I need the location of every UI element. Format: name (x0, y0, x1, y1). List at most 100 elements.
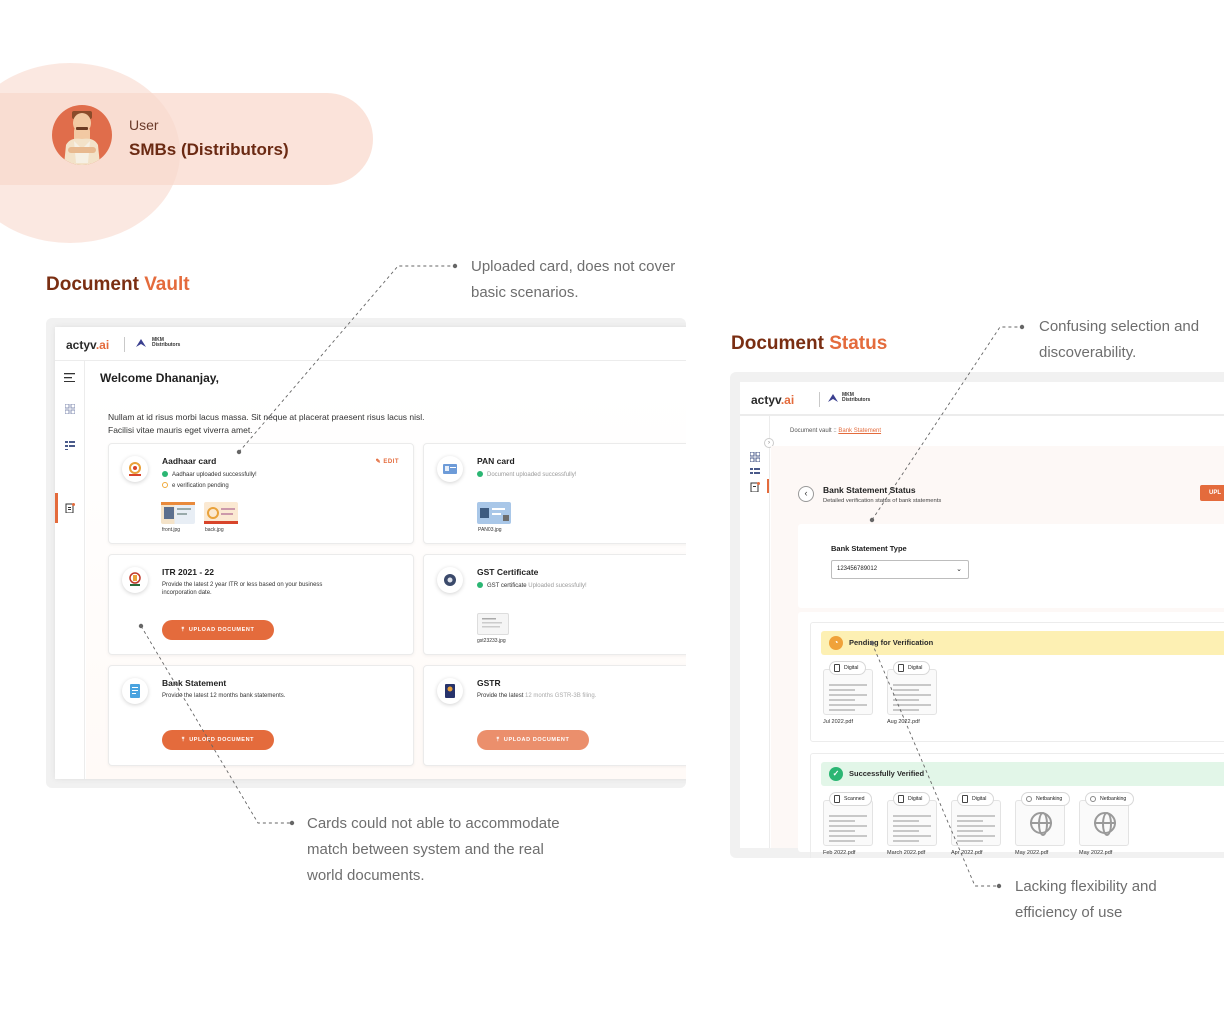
pending-header: ◔ Pending for Verification (821, 631, 1224, 655)
document-status-heading: Document Status (731, 333, 887, 355)
pdf-preview (887, 669, 937, 715)
upload-document-button[interactable]: ⤒ UPLOFD DOCUMENT (162, 730, 274, 750)
aadhaar-front-thumbnail[interactable] (161, 502, 195, 524)
user-avatar (52, 105, 112, 165)
aadhaar-icon (122, 456, 148, 482)
card-description: Provide the latest 12 months GSTR-3B fil… (477, 692, 686, 700)
document-icon (962, 795, 968, 803)
pdf-preview (823, 800, 873, 846)
annotation-line: Cards could not able to accommodate (307, 815, 560, 832)
preview-line (829, 709, 855, 711)
breadcrumb: Document vault :: Bank Statement (790, 428, 881, 434)
annotation-confusing-selection: Confusing selection and discoverability. (1039, 314, 1199, 366)
gst-certificate-thumbnail[interactable] (477, 613, 509, 635)
heading-accent: Status (829, 333, 888, 354)
gstr-icon (437, 678, 463, 704)
preview-line (893, 704, 931, 706)
source-type-label: Netbanking (1036, 796, 1063, 802)
preview-line (957, 825, 995, 827)
preview-line (893, 699, 919, 701)
globe-icon (1026, 796, 1032, 802)
status-text: GST certificate (487, 583, 527, 589)
pending-icon (162, 482, 168, 488)
dashboard-icon[interactable] (64, 403, 75, 415)
actyv-logo: actyv.ai (66, 338, 109, 352)
verified-group: ✓ Successfully Verified Scanned Feb 2022.… (810, 753, 1224, 858)
user-role-label: User (129, 117, 159, 133)
upload-document-button[interactable]: ⤒ UPLOAD DOCUMENT (477, 730, 589, 750)
file-name: Aug 2022.pdf (887, 719, 920, 725)
document-vault-icon[interactable] (64, 503, 75, 514)
app-window: actyv.ai MKM Distributors › Document vaul… (740, 382, 1224, 858)
statement-type-select[interactable]: 123456789012 ⌄ (831, 560, 969, 579)
list-icon[interactable] (749, 468, 760, 478)
document-vault-heading: Document Vault (46, 274, 190, 296)
dashboard-icon[interactable] (749, 451, 760, 463)
list-icon[interactable] (64, 441, 75, 451)
statement-type-panel: Bank Statement Type 123456789012 ⌄ (798, 524, 1224, 608)
actyv-logo: actyv.ai (751, 393, 794, 407)
desc-text: Provide the latest (477, 693, 526, 699)
upload-status: Aadhaar uploaded successfully! (162, 471, 257, 478)
back-button[interactable]: ‹ (798, 486, 814, 502)
header-divider (819, 392, 820, 407)
preview-line (893, 840, 919, 842)
pan-card[interactable]: PAN card Document uploaded successfully!… (423, 443, 686, 544)
statement-type-label: Bank Statement Type (831, 544, 907, 553)
itr-card[interactable]: ITR 2021 - 22 Provide the latest 2 year … (108, 554, 414, 655)
preview-line (829, 815, 867, 817)
user-persona-banner: User SMBs (Distributors) (0, 63, 373, 243)
heading-accent: Vault (144, 274, 190, 295)
source-type-label: Netbanking (1100, 796, 1127, 802)
file-name: May 2022.pdf (1015, 850, 1049, 856)
breadcrumb-root[interactable]: Document vault (790, 428, 832, 434)
annotation-line: discoverability. (1039, 344, 1137, 361)
pdf-preview (823, 669, 873, 715)
file-name: front.jpg (162, 527, 181, 533)
sidebar-active-indicator (55, 493, 58, 523)
source-type-tag: Digital (893, 661, 931, 675)
globe-icon (1090, 796, 1096, 802)
pan-card-icon (437, 456, 463, 482)
document-vault-screenshot: actyv.ai MKM Distributors Welcome Dhananj… (46, 318, 686, 788)
app-sidebar: › (740, 416, 774, 848)
edit-button[interactable]: ✎ EDIT (376, 458, 399, 465)
verified-header: ✓ Successfully Verified (821, 762, 1224, 786)
brand-line: Distributors (842, 397, 871, 403)
group-title: Successfully Verified (849, 769, 925, 778)
upload-button[interactable]: UPL (1200, 485, 1224, 501)
document-icon (898, 795, 904, 803)
pdf-preview (951, 800, 1001, 846)
source-type-label: Digital (844, 665, 859, 671)
logo-suffix: .ai (95, 338, 110, 352)
file-name: Jul 2022.pdf (823, 719, 853, 725)
aadhaar-card[interactable]: Aadhaar card ✎ EDIT Aadhaar uploaded suc… (108, 443, 414, 544)
menu-icon[interactable] (64, 373, 75, 383)
document-icon (834, 664, 840, 672)
preview-line (829, 689, 855, 691)
gst-icon (437, 567, 463, 593)
preview-line (893, 709, 919, 711)
preview-line (893, 830, 919, 832)
file-name: Feb 2022.pdf (823, 850, 856, 856)
preview-line (957, 840, 983, 842)
netbanking-preview (1079, 800, 1129, 846)
file-name: gst23233.jpg (477, 638, 506, 644)
bank-statement-card[interactable]: Bank Statement Provide the latest 12 mon… (108, 665, 414, 766)
breadcrumb-current[interactable]: Bank Statement (838, 428, 881, 434)
heading-primary: Document (46, 274, 139, 295)
card-title: PAN card (477, 456, 515, 466)
upload-document-button[interactable]: ⤒ UPLOAD DOCUMENT (162, 620, 274, 640)
preview-line (893, 825, 931, 827)
aadhaar-back-thumbnail[interactable] (204, 502, 238, 524)
document-vault-icon[interactable] (749, 482, 760, 493)
button-label: UPLOAD DOCUMENT (188, 627, 255, 633)
logo-suffix: .ai (780, 393, 795, 407)
gstr-card[interactable]: GSTR Provide the latest 12 months GSTR-3… (423, 665, 686, 766)
pan-thumbnail[interactable] (477, 502, 511, 524)
statement-groups-panel: ◔ Pending for Verification Digital Jul 20… (798, 612, 1224, 858)
verification-status: e verification pending (162, 482, 229, 489)
card-title: GSTR (477, 678, 501, 688)
gst-certificate-card[interactable]: GST Certificate GST certificate Uploaded… (423, 554, 686, 655)
distributor-brand-name: MKM Distributors (152, 338, 180, 348)
